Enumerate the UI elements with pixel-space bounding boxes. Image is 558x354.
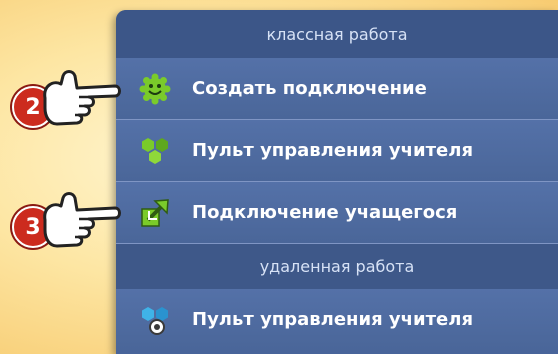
section-header-label: классная работа [266,24,408,44]
blue-hexagons-icon [138,303,172,337]
smiley-gear-icon [138,72,172,106]
create-connection-label: Создать подключение [192,78,427,99]
create-connection-item[interactable]: Создать подключение [116,58,558,120]
green-hexagons-icon [138,134,172,168]
section-header-classroom: классная работа [116,10,558,58]
remote-teacher-console-item[interactable]: Пульт управления учителя [116,289,558,350]
section-header-remote: удаленная работа [116,244,558,289]
pointing-hand-icon [43,192,121,248]
teacher-console-item[interactable]: Пульт управления учителя [116,120,558,182]
remote-teacher-console-label: Пульт управления учителя [192,309,474,330]
pointing-hand-icon [43,70,121,126]
student-connection-item[interactable]: Подключение учащегося [116,182,558,244]
student-connection-label: Подключение учащегося [192,202,458,223]
classroom-menu: классная работа Создать подключение Пуль… [116,10,558,354]
connect-arrow-icon [138,196,172,230]
section-header-label: удаленная работа [259,257,415,276]
teacher-console-label: Пульт управления учителя [192,140,474,161]
